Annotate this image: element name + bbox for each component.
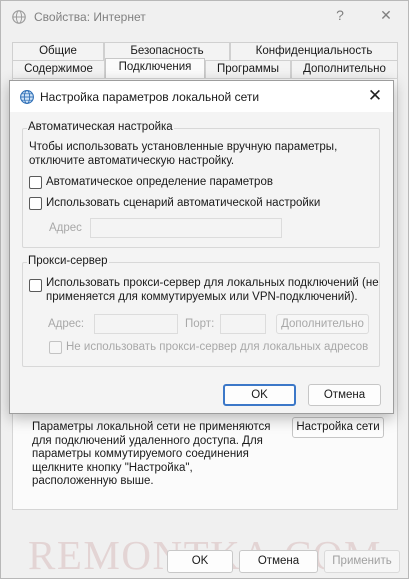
tab-privacy[interactable]: Конфиденциальность — [230, 42, 398, 60]
lan-settings-dialog: Настройка параметров локальной сети ✕ Ав… — [9, 80, 394, 414]
tab-content[interactable]: Содержимое — [12, 60, 105, 78]
proxy-advanced-button: Дополнительно — [276, 314, 369, 334]
use-proxy-checkbox[interactable] — [29, 279, 42, 292]
lan-hint-text: Параметры локальной сети не применяются … — [32, 421, 282, 489]
use-proxy-line: применяется для коммутируемых или VPN-по… — [46, 290, 358, 303]
tab-advanced[interactable]: Дополнительно — [291, 60, 398, 78]
use-script-label[interactable]: Использовать сценарий автоматической нас… — [46, 197, 320, 211]
dialog-title: Настройка параметров локальной сети — [40, 90, 260, 104]
use-proxy-line: Использовать прокси-сервер для локальных… — [46, 277, 379, 289]
auto-config-legend: Автоматическая настройка — [27, 121, 174, 133]
dialog-close-button[interactable]: ✕ — [365, 86, 385, 106]
use-proxy-label[interactable]: Использовать прокси-сервер для локальных… — [46, 277, 379, 304]
tab-general[interactable]: Общие — [12, 42, 104, 60]
window-close-button[interactable]: ✕ — [377, 7, 395, 27]
lan-hint-line: щелкните кнопку "Настройка", — [32, 461, 193, 474]
lan-settings-button[interactable]: Настройка сети — [292, 417, 384, 438]
window-title: Свойства: Интернет — [34, 10, 146, 24]
dialog-titlebar: Настройка параметров локальной сети ✕ — [10, 81, 393, 112]
lan-hint-line: для подключений удаленного доступа. Для — [32, 434, 263, 447]
lan-hint-line: Параметры локальной сети не применяются — [32, 421, 271, 433]
lan-hint-line: параметры коммутируемого соединения — [32, 448, 249, 460]
window-titlebar: Свойства: Интернет ? ✕ — [1, 1, 408, 33]
proxy-legend: Прокси-сервер — [27, 255, 109, 267]
ok-button[interactable]: OK — [167, 550, 233, 573]
help-button[interactable]: ? — [331, 7, 349, 27]
dialog-cancel-button[interactable]: Отмена — [308, 384, 381, 406]
apply-button: Применить — [324, 550, 400, 573]
tab-programs[interactable]: Программы — [205, 60, 291, 78]
auto-config-description: Чтобы использовать установленные вручную… — [29, 141, 337, 168]
lan-hint-line: расположенную выше. — [32, 475, 154, 487]
dialog-ok-button[interactable]: OK — [223, 384, 296, 406]
script-address-label: Адрес — [49, 222, 82, 234]
tab-connections[interactable]: Подключения — [105, 58, 205, 78]
script-address-field — [90, 218, 282, 238]
proxy-address-label: Адрес: — [48, 318, 85, 330]
internet-globe-icon — [20, 90, 34, 104]
description-line: отключите автоматическую настройку. — [29, 154, 235, 167]
use-script-checkbox[interactable] — [29, 197, 42, 210]
proxy-port-field — [220, 314, 266, 334]
description-line: Чтобы использовать установленные вручную… — [29, 141, 338, 153]
proxy-address-field — [94, 314, 178, 334]
cancel-button[interactable]: Отмена — [239, 550, 318, 573]
internet-globe-icon — [12, 10, 26, 24]
auto-detect-checkbox[interactable] — [29, 176, 42, 189]
bypass-local-label: Не использовать прокси-сервер для локаль… — [66, 341, 369, 353]
auto-detect-label[interactable]: Автоматическое определение параметров — [46, 176, 273, 190]
bypass-local-checkbox — [49, 341, 62, 354]
proxy-port-label: Порт: — [185, 318, 215, 330]
